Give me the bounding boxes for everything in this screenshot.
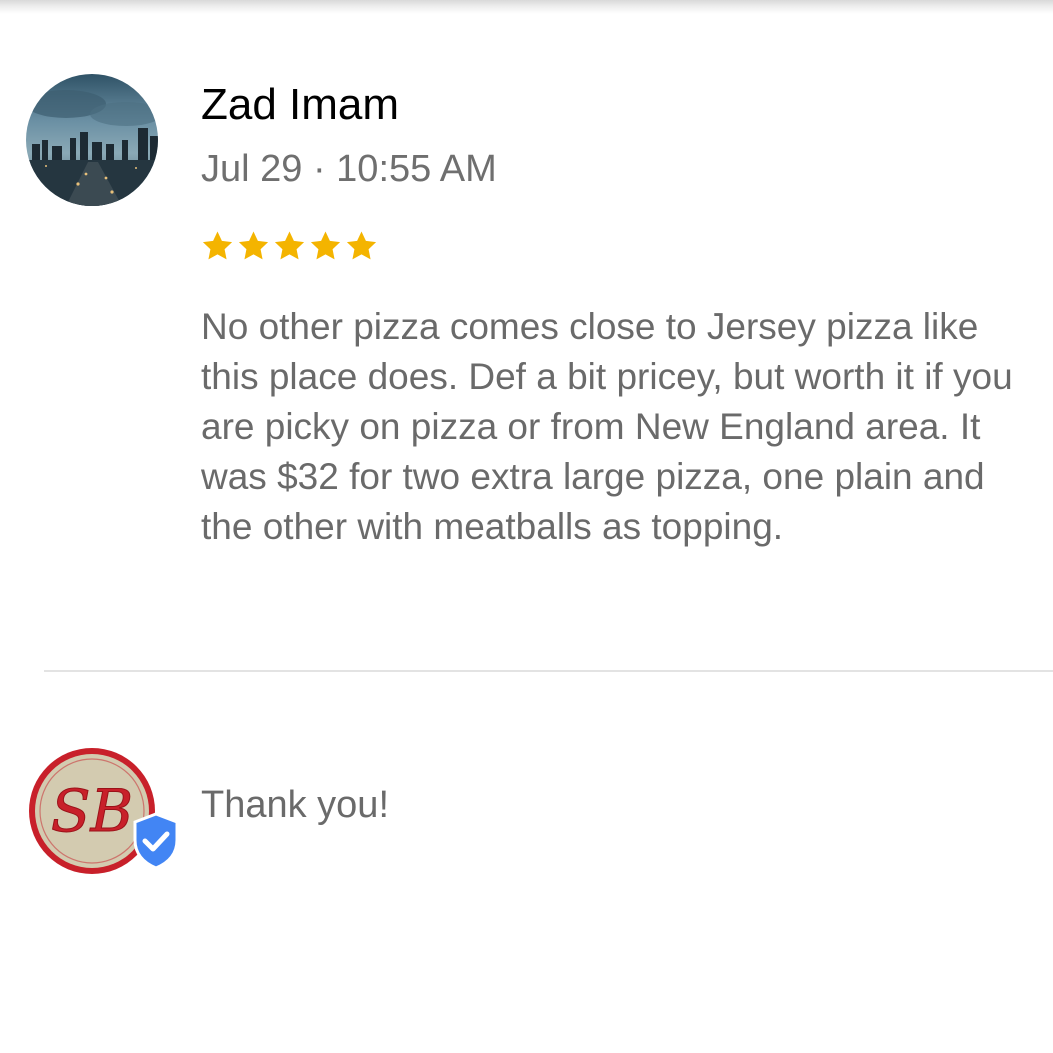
divider (44, 670, 1053, 672)
star-icon (344, 224, 379, 268)
star-icon (272, 224, 307, 268)
star-icon (200, 224, 235, 268)
review-card: Zad Imam Jul 29 · 10:55 AM No other pizz… (0, 0, 1053, 1053)
star-icon (236, 224, 271, 268)
star-rating (200, 224, 379, 268)
top-shadow (0, 0, 1053, 14)
svg-text:SB: SB (51, 777, 133, 845)
star-icon (308, 224, 343, 268)
owner-reply-text: Thank you! (201, 784, 389, 826)
city-skyline-photo (26, 74, 158, 206)
reviewer-name[interactable]: Zad Imam (201, 80, 399, 130)
review-date: Jul 29 · 10:55 AM (201, 148, 497, 190)
review-text: No other pizza comes close to Jersey piz… (201, 306, 1013, 547)
reviewer-avatar[interactable] (26, 74, 158, 206)
verified-shield-check-icon (131, 812, 181, 870)
